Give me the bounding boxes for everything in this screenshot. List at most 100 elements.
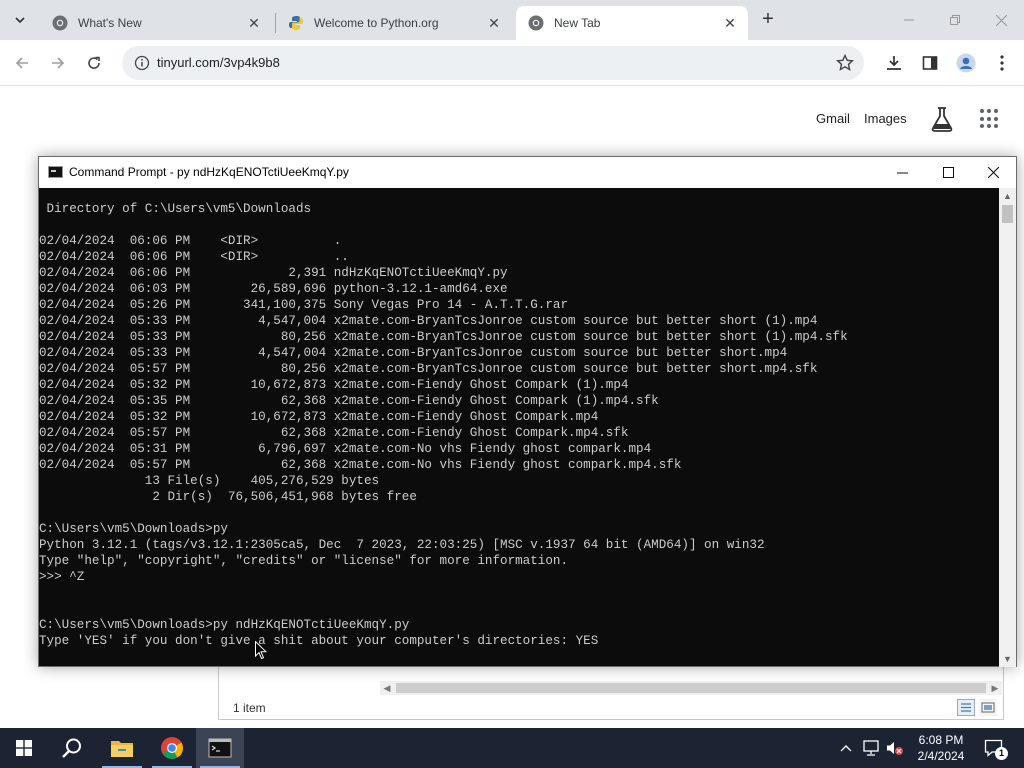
labs-flask-icon[interactable] bbox=[930, 106, 954, 132]
close-tab-icon[interactable]: ✕ bbox=[244, 15, 264, 32]
scrollbar-thumb[interactable] bbox=[1002, 205, 1013, 223]
back-button[interactable] bbox=[8, 49, 36, 77]
console-line: 02/04/2024 06:06 PM 2,391 ndHzKqENOTctiU… bbox=[39, 266, 508, 280]
close-window-button[interactable] bbox=[978, 0, 1024, 40]
windows-logo-icon bbox=[16, 740, 32, 756]
side-panel-button[interactable] bbox=[916, 49, 944, 77]
minimize-icon bbox=[896, 172, 908, 174]
volume-button[interactable] bbox=[884, 728, 906, 768]
minimize-window-button[interactable] bbox=[886, 0, 932, 40]
action-center-button[interactable]: 1 bbox=[980, 728, 1008, 768]
system-clock[interactable]: 6:08 PM 2/4/2024 bbox=[906, 732, 976, 764]
command-prompt-icon bbox=[208, 738, 232, 758]
forward-button[interactable] bbox=[44, 49, 72, 77]
gmail-link[interactable]: Gmail bbox=[816, 111, 850, 126]
console-line: 02/04/2024 05:33 PM 4,547,004 x2mate.com… bbox=[39, 346, 788, 360]
tab-search-button[interactable] bbox=[6, 6, 34, 34]
new-tab-button[interactable]: + bbox=[756, 8, 780, 32]
console-line: Directory of C:\Users\vm5\Downloads bbox=[39, 202, 312, 216]
images-link[interactable]: Images bbox=[864, 111, 907, 126]
tab-python-org[interactable]: Welcome to Python.org ✕ bbox=[276, 6, 512, 40]
close-tab-icon[interactable]: ✕ bbox=[484, 15, 504, 32]
console-line: C:\Users\vm5\Downloads>py bbox=[39, 522, 228, 536]
console-line: 02/04/2024 05:26 PM 341,100,375 Sony Veg… bbox=[39, 298, 569, 312]
arrow-left-icon bbox=[15, 57, 28, 69]
notification-count-badge: 1 bbox=[995, 747, 1008, 760]
console-line: 02/04/2024 05:57 PM 80,256 x2mate.com-Br… bbox=[39, 362, 818, 376]
console-output[interactable]: Directory of C:\Users\vm5\Downloads 02/0… bbox=[39, 201, 999, 667]
console-line: 02/04/2024 05:57 PM 62,368 x2mate.com-No… bbox=[39, 458, 682, 472]
show-hidden-icons-button[interactable] bbox=[836, 728, 856, 768]
google-apps-icon[interactable] bbox=[980, 109, 1000, 129]
profile-button[interactable] bbox=[952, 49, 980, 77]
url-text[interactable]: tinyurl.com/3vp4k9b8 bbox=[157, 55, 280, 70]
console-line: 02/04/2024 05:33 PM 80,256 x2mate.com-Br… bbox=[39, 330, 848, 344]
console-line: C:\Users\vm5\Downloads>py ndHzKqENOTctiU… bbox=[39, 618, 410, 632]
tab-whats-new[interactable]: What's New ✕ bbox=[40, 6, 272, 40]
details-view-button[interactable] bbox=[957, 699, 975, 716]
address-bar[interactable]: tinyurl.com/3vp4k9b8 bbox=[122, 46, 864, 80]
close-icon bbox=[995, 14, 1007, 26]
console-line: 02/04/2024 05:33 PM 4,547,004 x2mate.com… bbox=[39, 314, 818, 328]
folder-icon bbox=[111, 741, 133, 757]
console-line: 02/04/2024 06:06 PM <DIR> .. bbox=[39, 250, 349, 264]
tab-title: What's New bbox=[78, 16, 142, 30]
console-line: Type 'YES' if you don't give a shit abou… bbox=[39, 634, 599, 648]
bookmark-star-icon[interactable] bbox=[836, 54, 854, 72]
tab-title: Welcome to Python.org bbox=[314, 16, 439, 30]
console-line: >>> ^Z bbox=[39, 570, 85, 584]
browser-toolbar: tinyurl.com/3vp4k9b8 bbox=[0, 40, 1024, 86]
restore-icon bbox=[950, 15, 960, 25]
close-icon bbox=[987, 167, 999, 178]
console-line: Python 3.12.1 (tags/v3.12.1:2305ca5, Dec… bbox=[39, 538, 765, 552]
explorer-horizontal-scrollbar[interactable]: ◀ ▶ bbox=[380, 681, 1002, 695]
console-line: 13 File(s) 405,276,529 bytes bbox=[39, 474, 380, 488]
scroll-up-icon[interactable]: ▲ bbox=[999, 188, 1016, 204]
side-panel-icon bbox=[922, 56, 938, 70]
cmd-title-bar[interactable]: Command Prompt - py ndHzKqENOTctiUeeKmqY… bbox=[39, 157, 1016, 188]
console-line: 02/04/2024 05:35 PM 62,368 x2mate.com-Fi… bbox=[39, 394, 659, 408]
command-prompt-window[interactable]: Command Prompt - py ndHzKqENOTctiUeeKmqY… bbox=[38, 156, 1017, 667]
arrow-right-icon bbox=[52, 57, 65, 69]
chrome-menu-button[interactable] bbox=[988, 49, 1016, 77]
tab-title: New Tab bbox=[554, 16, 601, 30]
clock-time: 6:08 PM bbox=[918, 733, 964, 747]
network-button[interactable] bbox=[860, 728, 882, 768]
maximize-icon bbox=[942, 167, 954, 178]
cmd-maximize-button[interactable] bbox=[925, 157, 971, 188]
cmd-minimize-button[interactable] bbox=[879, 157, 925, 188]
reload-button[interactable] bbox=[80, 49, 108, 77]
scroll-down-icon[interactable]: ▼ bbox=[999, 651, 1016, 667]
large-icons-view-button[interactable] bbox=[979, 699, 997, 716]
taskbar-command-prompt[interactable] bbox=[196, 728, 244, 768]
chrome-icon bbox=[161, 737, 183, 759]
cmd-close-button[interactable] bbox=[970, 157, 1016, 188]
scroll-left-icon[interactable]: ◀ bbox=[380, 681, 394, 695]
python-icon bbox=[289, 16, 303, 30]
console-line: 02/04/2024 06:03 PM 26,589,696 python-3.… bbox=[39, 282, 508, 296]
browser-tab-strip: What's New ✕ Welcome to Python.org ✕ New… bbox=[0, 0, 1024, 40]
taskbar-chrome[interactable] bbox=[148, 728, 196, 768]
close-tab-icon[interactable]: ✕ bbox=[720, 15, 740, 32]
search-button[interactable] bbox=[48, 728, 96, 768]
tab-new-tab[interactable]: New Tab ✕ bbox=[516, 6, 748, 40]
scroll-right-icon[interactable]: ▶ bbox=[988, 681, 1002, 695]
taskbar-file-explorer[interactable] bbox=[98, 728, 146, 768]
start-button[interactable] bbox=[0, 728, 48, 768]
chrome-icon bbox=[528, 15, 544, 31]
command-prompt-icon bbox=[48, 166, 63, 178]
info-icon[interactable] bbox=[134, 55, 150, 71]
details-view-icon bbox=[961, 703, 971, 712]
cmd-vertical-scrollbar[interactable]: ▲ ▼ bbox=[999, 188, 1016, 667]
chevron-down-icon bbox=[15, 17, 25, 24]
downloads-button[interactable] bbox=[880, 49, 908, 77]
cmd-window-title: Command Prompt - py ndHzKqENOTctiUeeKmqY… bbox=[69, 165, 349, 179]
item-count-status: 1 item bbox=[233, 701, 266, 715]
mouse-pointer-icon bbox=[255, 641, 267, 660]
volume-muted-icon bbox=[887, 742, 903, 755]
scrollbar-thumb[interactable] bbox=[396, 683, 986, 693]
restore-window-button[interactable] bbox=[932, 0, 978, 40]
